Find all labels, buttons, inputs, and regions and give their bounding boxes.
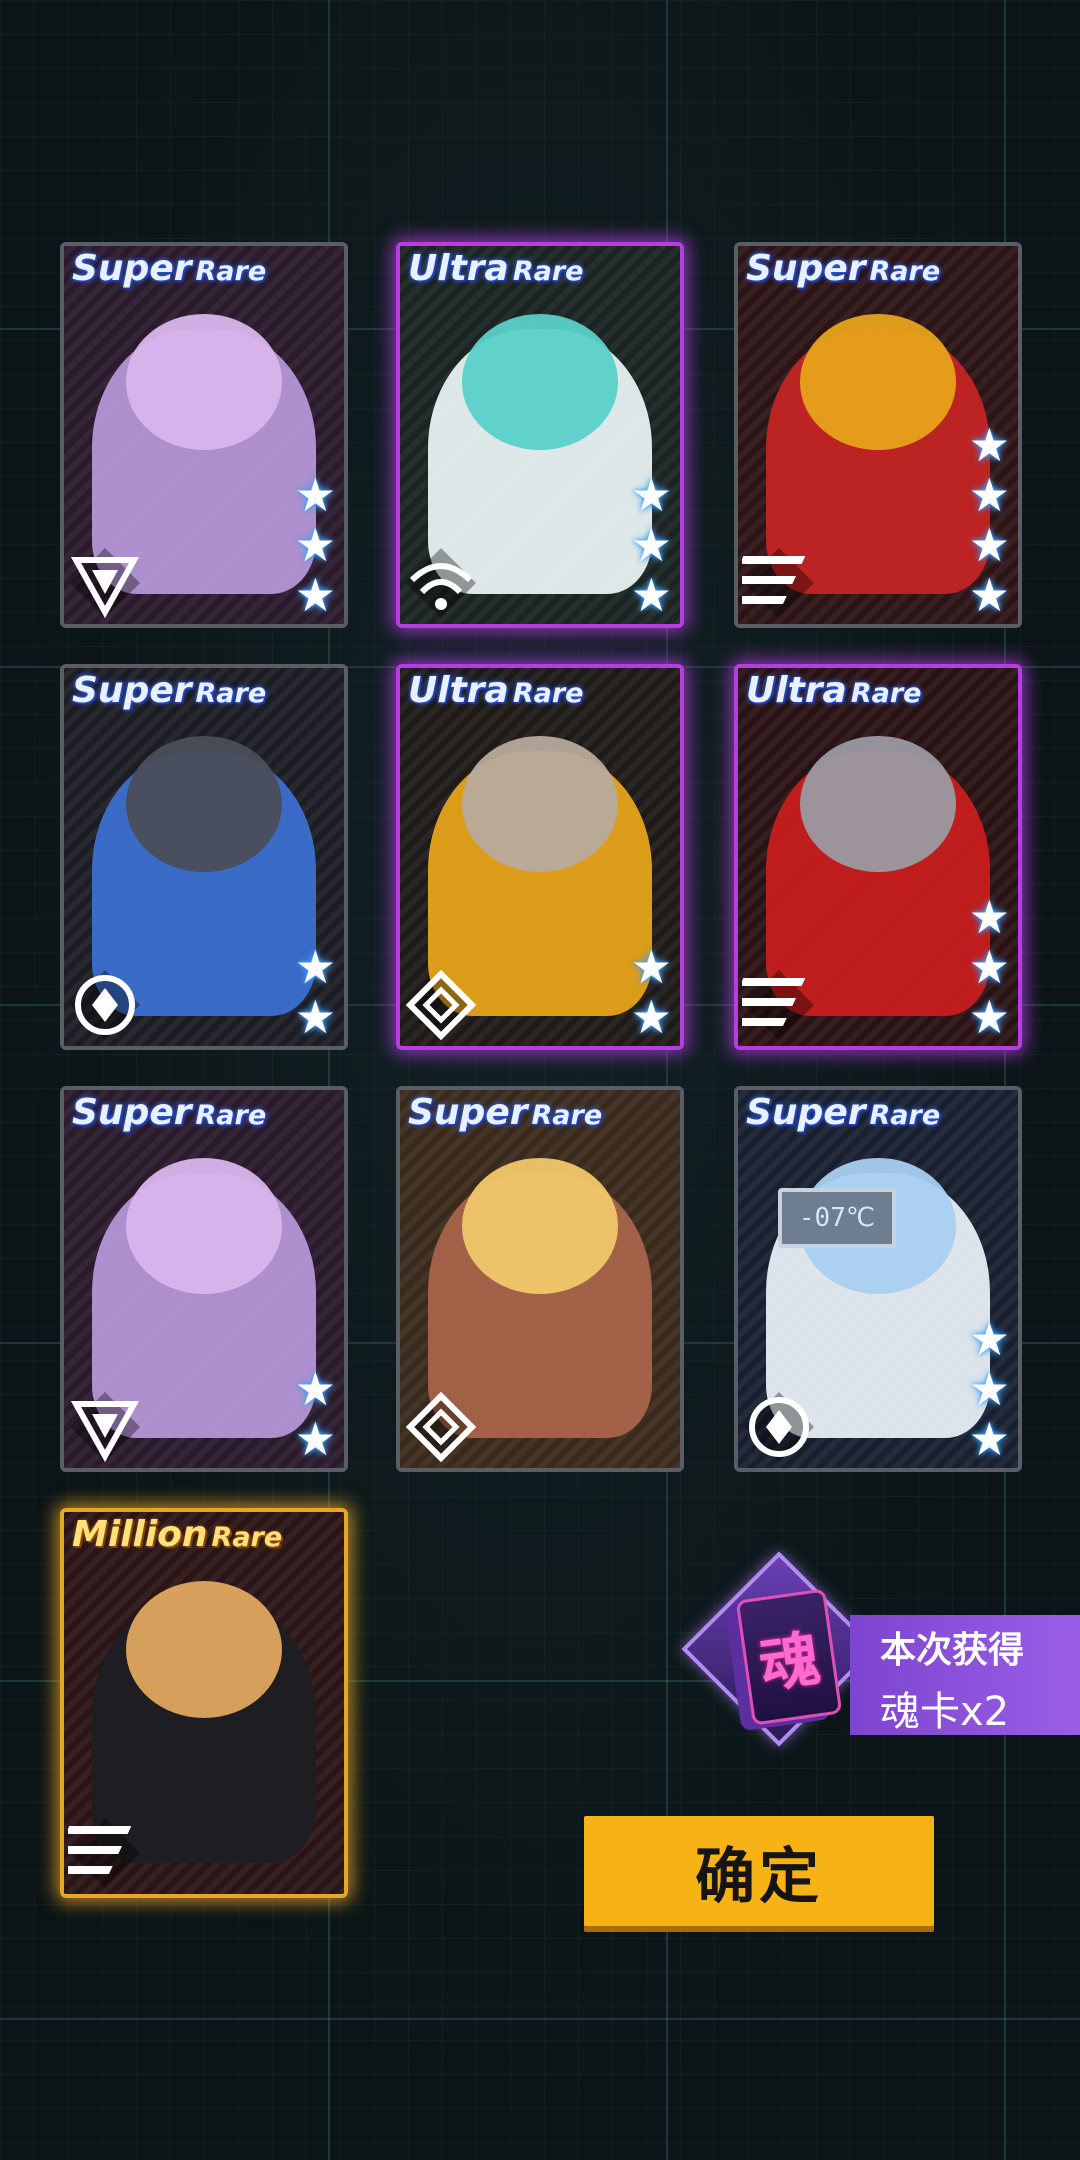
star-icon: ★ [968, 991, 1010, 1043]
rarity-label: Ultra Rare [408, 670, 583, 711]
star-icon: ★ [630, 469, 672, 521]
star-icon: ★ [968, 569, 1010, 621]
star-icon: ★ [968, 419, 1010, 471]
rarity-suffix: Rare [531, 1100, 603, 1131]
star-rating: ★ ★ ★ [631, 470, 672, 620]
rarity-label: Super Rare [408, 1092, 602, 1133]
confirm-button[interactable]: 确定 [584, 1816, 934, 1926]
circle-class-icon [744, 1392, 814, 1462]
star-rating: ★ ★ [631, 942, 672, 1042]
star-rating: ★ ★ ★ [969, 1314, 1010, 1464]
rarity-word: Million [72, 1514, 208, 1555]
rarity-label: Super Rare [72, 1092, 266, 1133]
rarity-word: Super [72, 1092, 192, 1133]
character-head [125, 314, 283, 451]
rarity-suffix: Rare [195, 256, 267, 287]
circle-class-icon [70, 970, 140, 1040]
star-icon: ★ [968, 1313, 1010, 1365]
rarity-word: Super [408, 1092, 528, 1133]
star-icon: ★ [968, 1413, 1010, 1465]
rarity-word: Super [72, 670, 192, 711]
card-ultra-rare-2[interactable]: Ultra Rare ★ ★ [396, 664, 684, 1050]
star-icon: ★ [294, 1363, 336, 1415]
character-head [799, 314, 957, 451]
rarity-suffix: Rare [195, 1100, 267, 1131]
card-super-rare-1[interactable]: Super Rare ★ ★ ★ [60, 242, 348, 628]
star-icon: ★ [294, 569, 336, 621]
character-head [461, 736, 619, 873]
star-icon: ★ [630, 941, 672, 993]
obtained-label: 本次获得 [880, 1630, 1025, 1671]
rarity-label: Million Rare [72, 1514, 282, 1555]
fridge-temperature-display: -07℃ [778, 1188, 896, 1248]
card-super-rare-4[interactable]: Super Rare ★ ★ [60, 1086, 348, 1472]
rarity-suffix: Rare [869, 256, 941, 287]
star-rating: ★ ★ ★ [295, 470, 336, 620]
rarity-suffix: Rare [512, 256, 584, 287]
diamond-class-icon [405, 969, 477, 1041]
triangle-class-icon [70, 548, 140, 619]
rarity-suffix: Rare [850, 678, 922, 709]
rarity-word: Super [72, 248, 192, 289]
star-icon: ★ [294, 941, 336, 993]
character-head [125, 736, 283, 873]
star-rating: ★ ★ ★ ★ [969, 420, 1010, 620]
star-icon: ★ [294, 519, 336, 571]
rarity-label: Super Rare [746, 1092, 940, 1133]
rarity-word: Ultra [408, 248, 509, 289]
soul-reward-panel: 本次获得 魂卡x2 [850, 1615, 1080, 1735]
character-head [461, 314, 619, 451]
rarity-label: Super Rare [72, 248, 266, 289]
rarity-word: Super [746, 248, 866, 289]
star-icon: ★ [630, 519, 672, 571]
rarity-suffix: Rare [512, 678, 584, 709]
star-rating: ★ ★ ★ [969, 892, 1010, 1042]
soul-card-reward-badge: 魂 本次获得 魂卡x2 [681, 1551, 1080, 1770]
wifi-class-icon [406, 548, 476, 618]
card-super-rare-6[interactable]: -07℃ Super Rare ★ ★ ★ [734, 1086, 1022, 1472]
rarity-word: Ultra [746, 670, 847, 711]
card-million-rare-1[interactable]: Million Rare [60, 1508, 348, 1898]
stripes-class-icon [742, 970, 814, 1040]
triangle-class-icon [70, 1392, 140, 1463]
soul-char-label: 魂 [755, 1623, 825, 1702]
star-icon: ★ [294, 1413, 336, 1465]
star-icon: ★ [630, 991, 672, 1043]
card-super-rare-3[interactable]: Super Rare ★ ★ [60, 664, 348, 1050]
diamond-class-icon [405, 1391, 477, 1463]
rarity-label: Super Rare [746, 248, 940, 289]
stripes-class-icon [68, 1818, 140, 1888]
star-icon: ★ [968, 1363, 1010, 1415]
star-icon: ★ [968, 941, 1010, 993]
star-icon: ★ [968, 469, 1010, 521]
rarity-word: Super [746, 1092, 866, 1133]
star-icon: ★ [294, 469, 336, 521]
reward-amount: 魂卡x2 [880, 1689, 1010, 1735]
rarity-label: Ultra Rare [408, 248, 583, 289]
card-ultra-rare-1[interactable]: Ultra Rare ★ ★ ★ [396, 242, 684, 628]
character-head [799, 736, 957, 873]
card-ultra-rare-3[interactable]: Ultra Rare ★ ★ ★ [734, 664, 1022, 1050]
rarity-suffix: Rare [195, 678, 267, 709]
card-super-rare-2[interactable]: Super Rare ★ ★ ★ ★ [734, 242, 1022, 628]
rarity-suffix: Rare [211, 1522, 283, 1553]
rarity-label: Super Rare [72, 670, 266, 711]
rarity-label: Ultra Rare [746, 670, 921, 711]
character-head [125, 1158, 283, 1295]
star-rating: ★ ★ [295, 942, 336, 1042]
character-head [461, 1158, 619, 1295]
star-icon: ★ [968, 519, 1010, 571]
rarity-suffix: Rare [869, 1100, 941, 1131]
soul-card-icon: 魂 [735, 1588, 843, 1726]
character-head [125, 1580, 283, 1719]
stripes-class-icon [742, 548, 814, 618]
star-icon: ★ [630, 569, 672, 621]
card-super-rare-5[interactable]: Super Rare [396, 1086, 684, 1472]
star-icon: ★ [968, 891, 1010, 943]
star-rating: ★ ★ [295, 1364, 336, 1464]
rarity-word: Ultra [408, 670, 509, 711]
star-icon: ★ [294, 991, 336, 1043]
